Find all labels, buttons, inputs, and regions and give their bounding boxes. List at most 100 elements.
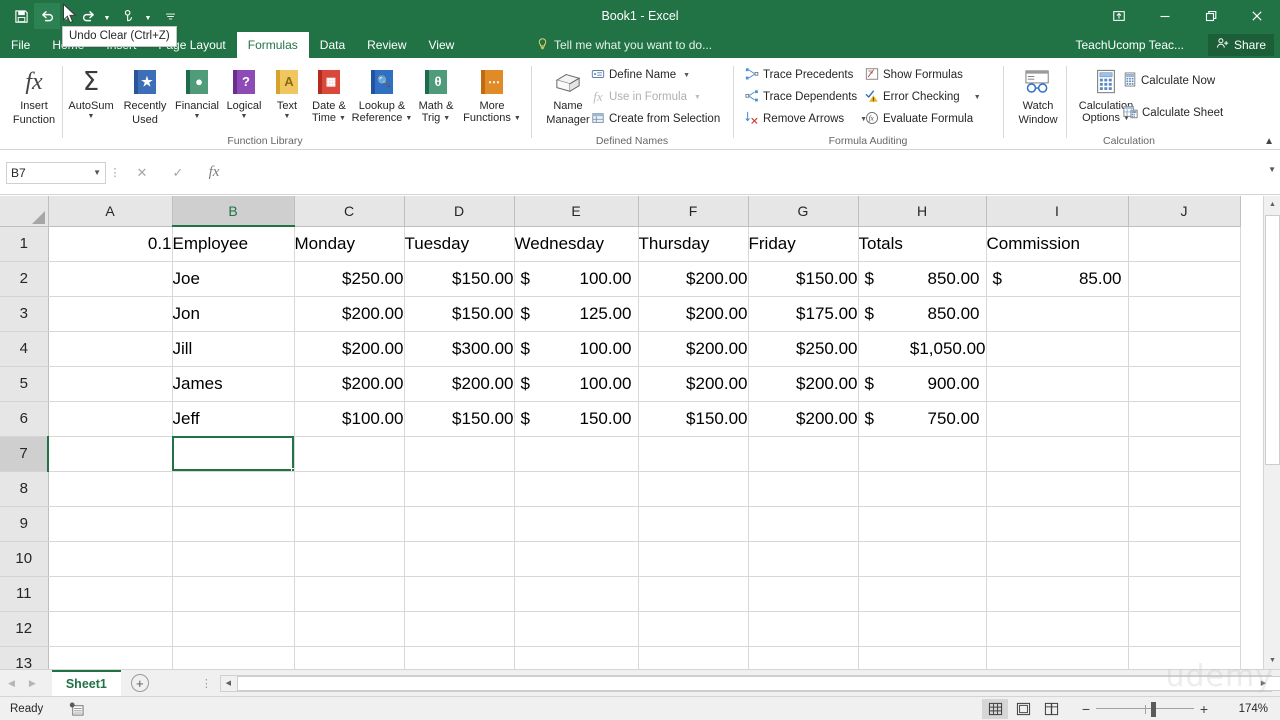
cell-g5[interactable]: $200.00 (748, 366, 859, 402)
cell-e8[interactable] (514, 471, 639, 507)
cell-h7[interactable] (858, 436, 987, 472)
column-header-j[interactable]: J (1128, 196, 1241, 227)
cell-e11[interactable] (514, 576, 639, 612)
cell-d6[interactable]: $150.00 (404, 401, 515, 437)
column-header-i[interactable]: I (986, 196, 1129, 227)
cell-a9[interactable] (48, 506, 173, 542)
cell-b5[interactable]: James (172, 366, 295, 402)
cell-f6[interactable]: $150.00 (638, 401, 749, 437)
cell-c1[interactable]: Monday (294, 226, 405, 262)
cell-d12[interactable] (404, 611, 515, 647)
cell-g10[interactable] (748, 541, 859, 577)
cell-c11[interactable] (294, 576, 405, 612)
cell-g7[interactable] (748, 436, 859, 472)
name-box-caret-icon[interactable]: ▼ (93, 168, 101, 177)
horizontal-scroll-thumb[interactable] (236, 675, 1280, 691)
scroll-left-button[interactable]: ◀ (221, 676, 236, 691)
cell-e12[interactable] (514, 611, 639, 647)
cell-e6[interactable]: $150.00 (514, 401, 639, 437)
cell-a10[interactable] (48, 541, 173, 577)
cell-j5[interactable] (1128, 366, 1241, 402)
horizontal-scrollbar[interactable]: ◀ ▶ (219, 674, 1280, 692)
cell-d4[interactable]: $300.00 (404, 331, 515, 367)
cell-c10[interactable] (294, 541, 405, 577)
calculate-sheet-button[interactable]: Calculate Sheet (1120, 102, 1226, 124)
cell-c6[interactable]: $100.00 (294, 401, 405, 437)
scroll-down-button[interactable]: ▼ (1264, 652, 1280, 669)
cell-g13[interactable] (748, 646, 859, 669)
cell-f9[interactable] (638, 506, 749, 542)
cell-h1[interactable]: Totals (858, 226, 987, 262)
evaluate-formula-button[interactable]: fx Evaluate Formula (862, 108, 984, 130)
scroll-up-button[interactable]: ▲ (1264, 196, 1280, 213)
row-header-1[interactable]: 1 (0, 226, 49, 262)
row-header-6[interactable]: 6 (0, 401, 49, 437)
cell-b9[interactable] (172, 506, 295, 542)
cell-d13[interactable] (404, 646, 515, 669)
recently-used-button[interactable]: ★ Recently Used (118, 62, 172, 126)
cell-e2[interactable]: $100.00 (514, 261, 639, 297)
confirm-entry-button[interactable]: ✓ (160, 162, 196, 184)
row-header-13[interactable]: 13 (0, 646, 49, 669)
cell-g3[interactable]: $175.00 (748, 296, 859, 332)
cell-c7[interactable] (294, 436, 405, 472)
zoom-level-label[interactable]: 174% (1214, 703, 1268, 715)
cell-b1[interactable]: Employee (172, 226, 295, 262)
cell-f12[interactable] (638, 611, 749, 647)
tab-view[interactable]: View (418, 32, 466, 58)
cell-a1[interactable]: 0.1 (48, 226, 173, 262)
remove-arrows-button[interactable]: Remove Arrows ▼ (742, 108, 870, 130)
cell-c5[interactable]: $200.00 (294, 366, 405, 402)
cell-a7[interactable] (48, 436, 173, 472)
page-break-preview-button[interactable] (1038, 699, 1064, 719)
cell-b3[interactable]: Jon (172, 296, 295, 332)
horizontal-scroll-grip[interactable]: ⋮ (201, 677, 212, 690)
cell-h3[interactable]: $850.00 (858, 296, 987, 332)
cell-a8[interactable] (48, 471, 173, 507)
insert-function-button[interactable]: fx Insert Function (4, 62, 64, 126)
cell-d8[interactable] (404, 471, 515, 507)
cell-e5[interactable]: $100.00 (514, 366, 639, 402)
logical-button[interactable]: ? Logical ▼ (221, 62, 267, 120)
cell-h12[interactable] (858, 611, 987, 647)
cell-h11[interactable] (858, 576, 987, 612)
cell-j2[interactable] (1128, 261, 1241, 297)
cell-i5[interactable] (986, 366, 1129, 402)
cell-b4[interactable]: Jill (172, 331, 295, 367)
autosum-button[interactable]: Σ AutoSum ▼ (64, 62, 118, 120)
cell-f8[interactable] (638, 471, 749, 507)
column-header-f[interactable]: F (638, 196, 749, 227)
normal-view-button[interactable] (982, 698, 1008, 719)
cell-d1[interactable]: Tuesday (404, 226, 515, 262)
row-header-11[interactable]: 11 (0, 576, 49, 612)
row-header-10[interactable]: 10 (0, 541, 49, 577)
cell-i4[interactable] (986, 331, 1129, 367)
cell-j6[interactable] (1128, 401, 1241, 437)
sheet-tab-sheet1[interactable]: Sheet1 (51, 670, 121, 696)
cell-i7[interactable] (986, 436, 1129, 472)
cell-i9[interactable] (986, 506, 1129, 542)
zoom-slider[interactable] (1096, 699, 1194, 719)
cell-b12[interactable] (172, 611, 295, 647)
row-header-2[interactable]: 2 (0, 261, 49, 297)
row-header-8[interactable]: 8 (0, 471, 49, 507)
cell-f2[interactable]: $200.00 (638, 261, 749, 297)
cell-b11[interactable] (172, 576, 295, 612)
expand-formula-bar-button[interactable]: ▼ (1268, 165, 1276, 174)
cell-d10[interactable] (404, 541, 515, 577)
column-header-c[interactable]: C (294, 196, 405, 227)
logical-caret-icon[interactable]: ▼ (241, 113, 248, 120)
cell-b2[interactable]: Joe (172, 261, 295, 297)
calculate-now-button[interactable]: Calculate Now (1120, 70, 1226, 92)
cell-d3[interactable]: $150.00 (404, 296, 515, 332)
column-header-g[interactable]: G (748, 196, 859, 227)
cell-h10[interactable] (858, 541, 987, 577)
more-functions-button[interactable]: ⋯ More Functions ▼ (461, 62, 523, 124)
cell-j10[interactable] (1128, 541, 1241, 577)
restore-button[interactable] (1188, 0, 1234, 32)
cell-h6[interactable]: $750.00 (858, 401, 987, 437)
cell-j9[interactable] (1128, 506, 1241, 542)
cell-g4[interactable]: $250.00 (748, 331, 859, 367)
cell-a11[interactable] (48, 576, 173, 612)
cell-f10[interactable] (638, 541, 749, 577)
